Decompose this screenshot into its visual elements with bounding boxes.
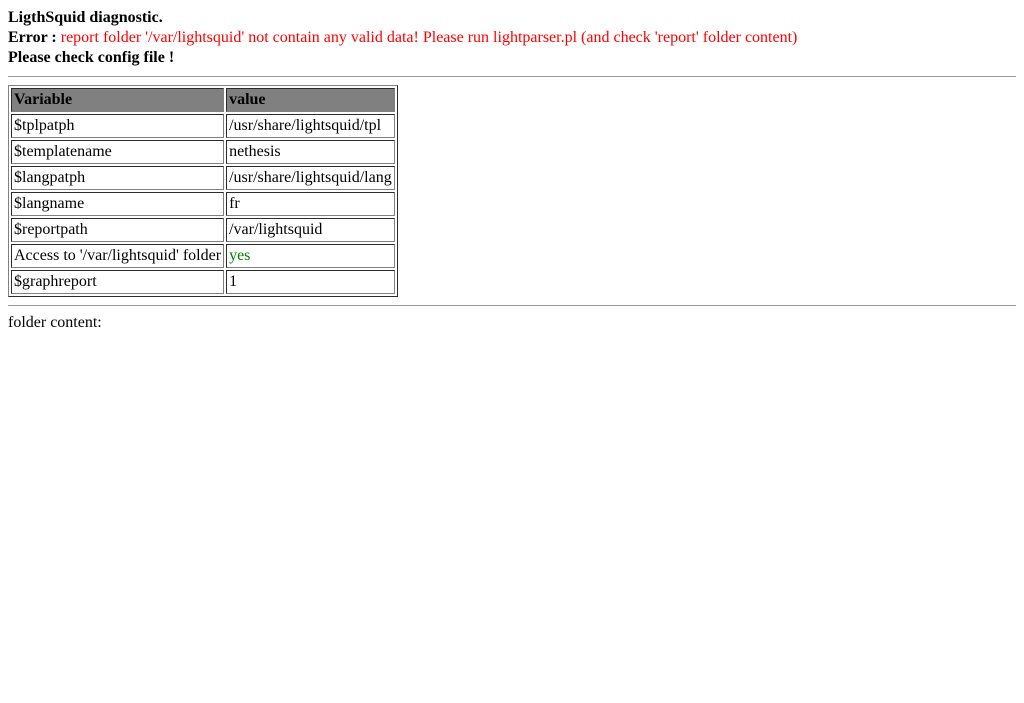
column-header-variable: Variable <box>11 88 224 112</box>
value-cell: /usr/share/lightsquid/tpl <box>226 114 395 138</box>
variable-cell: $templatename <box>11 140 224 164</box>
error-label: Error : <box>8 29 61 46</box>
error-message: report folder '/var/lightsquid' not cont… <box>61 29 798 46</box>
page-title: LigthSquid diagnostic. <box>8 9 163 26</box>
value-cell: nethesis <box>226 140 395 164</box>
table-row: $templatenamenethesis <box>11 140 395 164</box>
divider-top <box>8 76 1016 77</box>
variable-cell: $tplpatph <box>11 114 224 138</box>
variable-cell: Access to '/var/lightsquid' folder <box>11 244 224 268</box>
folder-content-label: folder content: <box>8 314 1016 332</box>
variable-cell: $langpatph <box>11 166 224 190</box>
diagnostic-table: Variable value $tplpatph/usr/share/light… <box>8 85 398 297</box>
table-row: $langnamefr <box>11 192 395 216</box>
check-config-message: Please check config file ! <box>8 49 174 66</box>
column-header-value: value <box>226 88 395 112</box>
variable-cell: $langname <box>11 192 224 216</box>
value-cell: /var/lightsquid <box>226 218 395 242</box>
variable-cell: $graphreport <box>11 270 224 294</box>
divider-bottom <box>8 305 1016 306</box>
value-cell: fr <box>226 192 395 216</box>
table-row: $langpatph/usr/share/lightsquid/lang <box>11 166 395 190</box>
table-row: $tplpatph/usr/share/lightsquid/tpl <box>11 114 395 138</box>
table-row: $graphreport1 <box>11 270 395 294</box>
value-cell: 1 <box>226 270 395 294</box>
value-cell: yes <box>226 244 395 268</box>
value-cell: /usr/share/lightsquid/lang <box>226 166 395 190</box>
table-row: $reportpath/var/lightsquid <box>11 218 395 242</box>
table-row: Access to '/var/lightsquid' folderyes <box>11 244 395 268</box>
table-header-row: Variable value <box>11 88 395 112</box>
variable-cell: $reportpath <box>11 218 224 242</box>
